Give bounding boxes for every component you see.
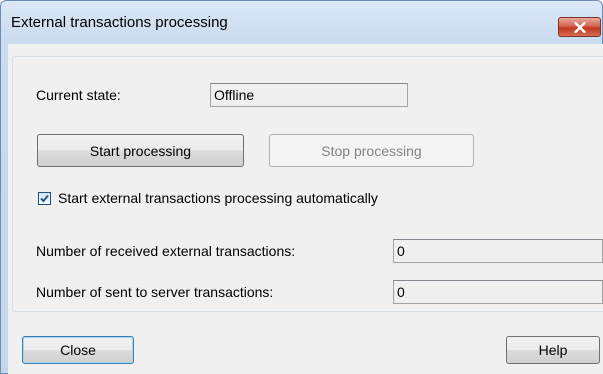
current-state-field: Offline	[210, 83, 408, 107]
auto-start-checkbox[interactable]	[38, 192, 51, 205]
auto-start-label: Start external transactions processing a…	[58, 190, 378, 206]
sent-transactions-field: 0	[393, 280, 603, 304]
close-button[interactable]: Close	[22, 336, 134, 364]
received-transactions-label: Number of received external transactions…	[36, 243, 296, 259]
current-state-label: Current state:	[36, 87, 121, 103]
help-button[interactable]: Help	[506, 336, 600, 364]
title-bar[interactable]: External transactions processing	[1, 1, 602, 45]
checkmark-icon	[40, 194, 49, 203]
stop-processing-button[interactable]: Stop processing	[269, 134, 474, 167]
window-title: External transactions processing	[11, 14, 228, 31]
sent-transactions-label: Number of sent to server transactions:	[36, 284, 274, 300]
received-transactions-field: 0	[393, 239, 603, 263]
close-icon	[573, 21, 586, 33]
start-processing-button[interactable]: Start processing	[37, 134, 244, 167]
window-close-button[interactable]	[558, 17, 601, 37]
